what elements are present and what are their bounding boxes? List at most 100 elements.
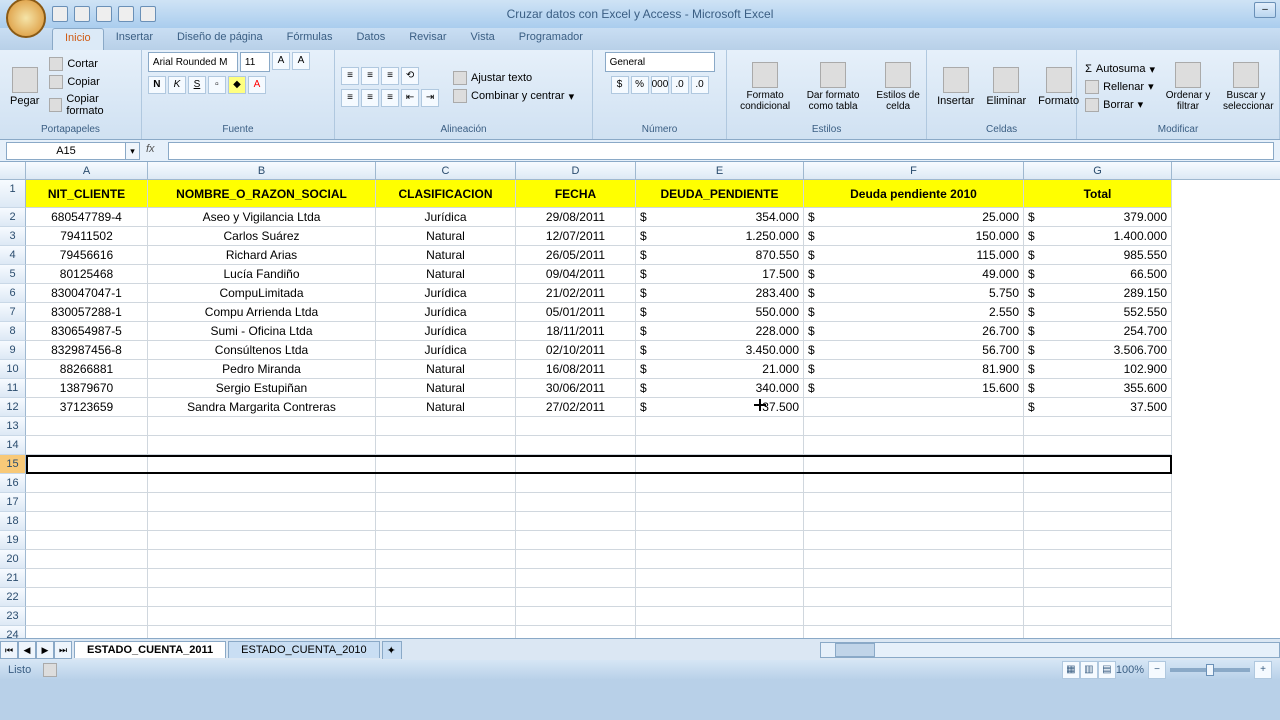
decrease-indent-button[interactable]: ⇤ — [401, 89, 419, 107]
data-cell[interactable]: $66.500 — [1024, 265, 1172, 284]
empty-cell[interactable] — [804, 436, 1024, 455]
data-cell[interactable]: 26/05/2011 — [516, 246, 636, 265]
data-cell[interactable]: 830654987-5 — [26, 322, 148, 341]
data-cell[interactable]: Jurídica — [376, 208, 516, 227]
data-cell[interactable]: $115.000 — [804, 246, 1024, 265]
data-cell[interactable]: Carlos Suárez — [148, 227, 376, 246]
data-cell[interactable]: 05/01/2011 — [516, 303, 636, 322]
data-cell[interactable]: $25.000 — [804, 208, 1024, 227]
format-button[interactable]: Formato — [1034, 65, 1083, 109]
empty-cell[interactable] — [376, 531, 516, 550]
tab-datos[interactable]: Datos — [344, 28, 397, 50]
data-cell[interactable]: 830057288-1 — [26, 303, 148, 322]
empty-cell[interactable] — [1024, 512, 1172, 531]
row-header-19[interactable]: 19 — [0, 531, 26, 550]
column-header-G[interactable]: G — [1024, 162, 1172, 179]
format-painter-button[interactable]: Copiar formato — [47, 92, 135, 118]
data-cell[interactable]: $1.400.000 — [1024, 227, 1172, 246]
empty-cell[interactable] — [148, 626, 376, 638]
empty-cell[interactable] — [376, 512, 516, 531]
data-cell[interactable]: $15.600 — [804, 379, 1024, 398]
empty-cell[interactable] — [804, 607, 1024, 626]
tab-vista[interactable]: Vista — [459, 28, 507, 50]
empty-cell[interactable] — [636, 417, 804, 436]
empty-cell[interactable] — [376, 569, 516, 588]
empty-cell[interactable] — [1024, 588, 1172, 607]
zoom-slider-thumb[interactable] — [1206, 664, 1214, 676]
data-cell[interactable]: CompuLimitada — [148, 284, 376, 303]
cell-styles-button[interactable]: Estilos de celda — [869, 60, 927, 114]
preview-icon[interactable] — [140, 6, 156, 22]
data-cell[interactable]: $49.000 — [804, 265, 1024, 284]
column-header-D[interactable]: D — [516, 162, 636, 179]
data-cell[interactable]: Pedro Miranda — [148, 360, 376, 379]
data-cell[interactable]: Sumi - Oficina Ltda — [148, 322, 376, 341]
data-cell[interactable]: $3.506.700 — [1024, 341, 1172, 360]
sheet-nav-first[interactable]: ⏮ — [0, 641, 18, 659]
data-cell[interactable] — [804, 398, 1024, 417]
empty-cell[interactable] — [26, 569, 148, 588]
fx-icon[interactable]: fx — [146, 143, 162, 159]
empty-cell[interactable] — [376, 550, 516, 569]
delete-button[interactable]: Eliminar — [982, 65, 1030, 109]
header-cell[interactable]: Deuda pendiente 2010 — [804, 180, 1024, 208]
currency-button[interactable]: $ — [611, 76, 629, 94]
copy-button[interactable]: Copiar — [47, 74, 135, 90]
sheet-nav-next[interactable]: ▶ — [36, 641, 54, 659]
empty-cell[interactable] — [26, 512, 148, 531]
empty-cell[interactable] — [376, 474, 516, 493]
data-cell[interactable]: 21/02/2011 — [516, 284, 636, 303]
formula-input[interactable] — [168, 142, 1274, 160]
empty-cell[interactable] — [26, 455, 148, 474]
clear-button[interactable]: Borrar ▾ — [1083, 97, 1157, 113]
view-normal-button[interactable]: ▦ — [1062, 661, 1080, 679]
row-header-2[interactable]: 2 — [0, 208, 26, 227]
row-header-18[interactable]: 18 — [0, 512, 26, 531]
empty-cell[interactable] — [26, 417, 148, 436]
data-cell[interactable]: $870.550 — [636, 246, 804, 265]
row-header-4[interactable]: 4 — [0, 246, 26, 265]
empty-cell[interactable] — [148, 417, 376, 436]
empty-cell[interactable] — [148, 474, 376, 493]
column-header-E[interactable]: E — [636, 162, 804, 179]
data-cell[interactable]: $228.000 — [636, 322, 804, 341]
align-left-button[interactable]: ≡ — [341, 89, 359, 107]
empty-cell[interactable] — [516, 531, 636, 550]
empty-cell[interactable] — [376, 626, 516, 638]
data-cell[interactable]: $254.700 — [1024, 322, 1172, 341]
data-cell[interactable]: Lucía Fandiño — [148, 265, 376, 284]
empty-cell[interactable] — [804, 626, 1024, 638]
empty-cell[interactable] — [26, 626, 148, 638]
empty-cell[interactable] — [636, 588, 804, 607]
data-cell[interactable]: 13879670 — [26, 379, 148, 398]
scrollbar-thumb[interactable] — [835, 643, 875, 657]
row-header-3[interactable]: 3 — [0, 227, 26, 246]
empty-cell[interactable] — [516, 607, 636, 626]
empty-cell[interactable] — [636, 512, 804, 531]
paste-button[interactable]: Pegar — [6, 65, 43, 109]
data-cell[interactable]: 12/07/2011 — [516, 227, 636, 246]
zoom-out-button[interactable]: − — [1148, 661, 1166, 679]
row-header-23[interactable]: 23 — [0, 607, 26, 626]
empty-cell[interactable] — [26, 607, 148, 626]
row-header-5[interactable]: 5 — [0, 265, 26, 284]
data-cell[interactable]: $37.500 — [636, 398, 804, 417]
empty-cell[interactable] — [804, 417, 1024, 436]
number-format-combo[interactable] — [605, 52, 715, 72]
empty-cell[interactable] — [636, 550, 804, 569]
data-cell[interactable]: Consúltenos Ltda — [148, 341, 376, 360]
empty-cell[interactable] — [1024, 626, 1172, 638]
data-cell[interactable]: Aseo y Vigilancia Ltda — [148, 208, 376, 227]
data-cell[interactable]: Natural — [376, 227, 516, 246]
macro-record-icon[interactable] — [43, 663, 57, 677]
data-cell[interactable]: 27/02/2011 — [516, 398, 636, 417]
data-cell[interactable]: 832987456-8 — [26, 341, 148, 360]
row-header-12[interactable]: 12 — [0, 398, 26, 417]
fill-color-button[interactable]: ◆ — [228, 76, 246, 94]
data-cell[interactable]: $21.000 — [636, 360, 804, 379]
column-header-B[interactable]: B — [148, 162, 376, 179]
empty-cell[interactable] — [376, 455, 516, 474]
cut-button[interactable]: Cortar — [47, 56, 135, 72]
print-preview-icon[interactable] — [118, 6, 134, 22]
empty-cell[interactable] — [636, 569, 804, 588]
